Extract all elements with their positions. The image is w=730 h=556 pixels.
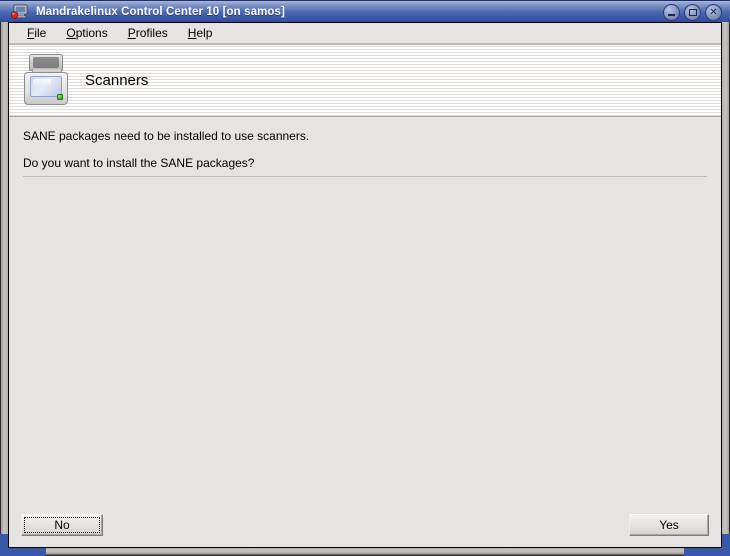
button-bar: No Yes: [9, 503, 721, 547]
title-bar[interactable]: Mandrakelinux Control Center 10 [on samo…: [0, 0, 730, 22]
message-question-text: Do you want to install the SANE packages…: [23, 156, 255, 170]
menu-bar: File Options Profiles Help: [9, 23, 721, 44]
computer-monitor-icon: [10, 4, 28, 20]
message-info-text: SANE packages need to be installed to us…: [23, 129, 310, 143]
banner-top-rule: [9, 44, 721, 45]
no-button[interactable]: No: [21, 514, 103, 536]
scanner-glass-shine: [33, 79, 51, 86]
scanner-lid-inner: [33, 57, 59, 68]
frame-corner-bottom-left-vertical[interactable]: [0, 534, 8, 556]
scanner-led-icon: [57, 94, 63, 100]
menu-item-options[interactable]: Options: [56, 24, 117, 42]
page-title: Scanners: [85, 71, 149, 89]
yes-button[interactable]: Yes: [629, 514, 709, 536]
minimize-icon[interactable]: [663, 4, 680, 21]
page-header-banner: Scanners: [9, 44, 721, 117]
scanner-body: [24, 72, 68, 105]
message-area: SANE packages need to be installed to us…: [9, 117, 721, 177]
window-title: Mandrakelinux Control Center 10 [on samo…: [36, 5, 285, 18]
application-window: Mandrakelinux Control Center 10 [on samo…: [0, 0, 730, 556]
maximize-icon[interactable]: [684, 4, 701, 21]
close-glyph: ✕: [709, 6, 718, 18]
scanner-icon: [23, 53, 69, 107]
window-frame-left[interactable]: [0, 22, 8, 548]
frame-corner-bottom-right-vertical[interactable]: [722, 534, 730, 556]
menu-item-profiles[interactable]: Profiles: [118, 24, 178, 42]
window-controls: ✕: [663, 4, 722, 21]
menu-item-help[interactable]: Help: [178, 24, 223, 42]
message-separator: [23, 176, 707, 177]
client-area: File Options Profiles Help Scanners SANE…: [8, 22, 722, 548]
close-icon[interactable]: ✕: [705, 4, 722, 21]
window-frame-bottom[interactable]: [0, 548, 730, 556]
window-frame-right[interactable]: [722, 22, 730, 548]
menu-item-file[interactable]: File: [17, 24, 56, 42]
